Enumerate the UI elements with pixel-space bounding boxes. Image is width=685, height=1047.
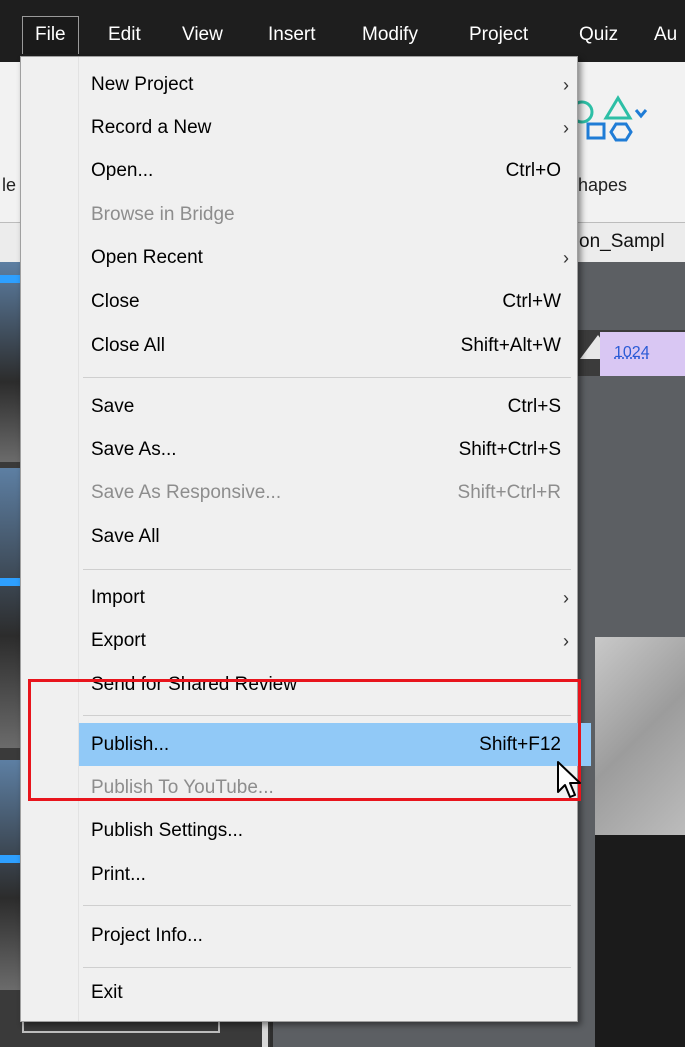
menu-item-label: Close All: [91, 335, 165, 356]
chevron-right-icon: ›: [563, 75, 569, 95]
mouse-pointer-icon: [557, 761, 581, 798]
thumbnail-accent: [0, 855, 22, 863]
menu-separator: [83, 377, 571, 378]
menu-quiz[interactable]: Quiz: [567, 16, 630, 54]
menu-icon-gutter: [21, 57, 79, 1021]
thumbnail-accent: [0, 578, 22, 586]
chevron-right-icon: ›: [563, 631, 569, 651]
menu-item-label: Project Info...: [91, 925, 203, 946]
menu-item-label: Exit: [91, 982, 123, 1003]
menu-item-label: Export: [91, 630, 146, 651]
menu-project[interactable]: Project: [457, 16, 540, 54]
menu-item-label: Save As Responsive...: [91, 482, 282, 503]
menu-file[interactable]: File: [22, 16, 79, 54]
menu-item-label: Save: [91, 396, 135, 417]
menu-item-shortcut: Shift+Ctrl+R: [457, 482, 561, 503]
menu-item-label: Open Recent: [91, 247, 203, 268]
menu-bar: File Edit View Insert Modify Project Qui…: [0, 0, 685, 62]
menu-item-label: Save As...: [91, 439, 177, 460]
menu-item-save-as[interactable]: Save As... Shift+Ctrl+S: [79, 430, 591, 470]
menu-item-save-all[interactable]: Save All: [79, 517, 591, 557]
menu-item-label: Publish Settings...: [91, 820, 244, 841]
menu-item-shortcut: Ctrl+W: [502, 291, 561, 312]
menu-item-publish-settings[interactable]: Publish Settings...: [79, 811, 591, 851]
menu-item-save-as-responsive: Save As Responsive... Shift+Ctrl+R: [79, 473, 591, 513]
slide-thumbnail[interactable]: [0, 262, 22, 462]
menu-item-label: New Project: [91, 74, 194, 95]
slide-thumbnail[interactable]: [0, 760, 22, 990]
menu-modify[interactable]: Modify: [350, 16, 430, 54]
highlight-annotation: [28, 679, 581, 801]
menu-item-open[interactable]: Open... Ctrl+O: [79, 151, 591, 191]
menu-edit[interactable]: Edit: [96, 16, 153, 54]
menu-item-export[interactable]: Export ›: [79, 621, 591, 661]
menu-item-project-info[interactable]: Project Info...: [79, 916, 591, 956]
menu-separator: [83, 967, 571, 968]
menu-item-record-new[interactable]: Record a New ›: [79, 108, 591, 148]
chevron-right-icon: ›: [563, 248, 569, 268]
thumbnail-accent: [0, 275, 22, 283]
menu-item-label: Browse in Bridge: [91, 204, 235, 225]
menu-view[interactable]: View: [170, 16, 235, 54]
menu-item-browse-in-bridge: Browse in Bridge: [79, 195, 591, 235]
menu-item-import[interactable]: Import ›: [79, 578, 591, 618]
menu-item-label: Import: [91, 587, 145, 608]
chevron-right-icon: ›: [563, 118, 569, 138]
menu-item-print[interactable]: Print...: [79, 855, 591, 895]
menu-item-shortcut: Ctrl+O: [505, 160, 561, 181]
slide-thumbnail[interactable]: [0, 468, 22, 748]
slide-image-dark: [595, 835, 685, 1047]
file-menu-dropdown: New Project › Record a New › Open... Ctr…: [20, 56, 591, 1022]
menu-item-open-recent[interactable]: Open Recent ›: [79, 238, 591, 278]
menu-item-label: Print...: [91, 864, 146, 885]
menu-separator: [83, 569, 571, 570]
menu-item-label: Record a New: [91, 117, 212, 138]
menu-item-save[interactable]: Save Ctrl+S: [79, 387, 591, 427]
menu-audio[interactable]: Au: [642, 16, 685, 54]
menu-item-label: Close: [91, 291, 140, 312]
chevron-right-icon: ›: [563, 588, 569, 608]
menu-item-shortcut: Shift+Alt+W: [460, 335, 561, 356]
menu-item-shortcut: Ctrl+S: [507, 396, 561, 417]
timeline-marker-value: 1024: [614, 344, 650, 361]
menu-item-exit[interactable]: Exit: [79, 973, 591, 1013]
menu-separator: [83, 905, 571, 906]
ribbon-left-label: le: [2, 175, 17, 195]
menu-item-close[interactable]: Close Ctrl+W: [79, 282, 591, 322]
menu-item-close-all[interactable]: Close All Shift+Alt+W: [79, 326, 591, 366]
menu-item-label: Save All: [91, 526, 160, 547]
menu-item-label: Open...: [91, 160, 154, 181]
slide-image: [595, 637, 685, 835]
menu-insert[interactable]: Insert: [256, 16, 328, 54]
menu-item-new-project[interactable]: New Project ›: [79, 65, 591, 105]
menu-item-shortcut: Shift+Ctrl+S: [458, 439, 561, 460]
